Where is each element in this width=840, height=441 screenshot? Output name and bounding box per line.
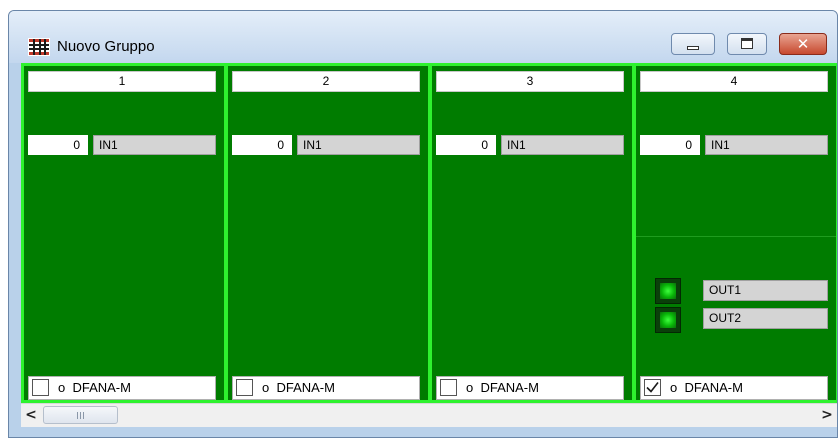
- horizontal-scrollbar[interactable]: < >: [21, 403, 837, 427]
- app-window: Nuovo Gruppo ✕ 1 0 IN1 o DFANA-M 2 0 IN1: [8, 10, 838, 438]
- panel-header[interactable]: 2: [232, 71, 420, 92]
- grid-app-icon: [28, 38, 50, 56]
- panel-header[interactable]: 1: [28, 71, 216, 92]
- window-title: Nuovo Gruppo: [57, 38, 155, 55]
- enable-checkbox[interactable]: [440, 379, 457, 396]
- input-label[interactable]: IN1: [705, 135, 828, 155]
- scrollbar-thumb[interactable]: [43, 406, 118, 424]
- panel-footer: o DFANA-M: [232, 376, 420, 400]
- channel-panel-3: 3 0 IN1 o DFANA-M: [429, 63, 635, 403]
- scroll-right-icon[interactable]: >: [817, 404, 837, 427]
- input-label[interactable]: IN1: [93, 135, 216, 155]
- device-label: o DFANA-M: [262, 380, 335, 395]
- close-icon: ✕: [796, 35, 810, 53]
- scroll-left-icon[interactable]: <: [21, 404, 41, 427]
- checkmark-icon: [646, 382, 659, 393]
- enable-checkbox[interactable]: [644, 379, 661, 396]
- device-label: o DFANA-M: [58, 380, 131, 395]
- panel-header[interactable]: 4: [640, 71, 828, 92]
- input-value[interactable]: 0: [436, 135, 496, 155]
- grip-icon: [77, 412, 86, 419]
- maximize-icon: [741, 38, 753, 49]
- enable-checkbox[interactable]: [32, 379, 49, 396]
- led-on-icon: [655, 307, 681, 333]
- input-value[interactable]: 0: [640, 135, 700, 155]
- close-button[interactable]: ✕: [779, 33, 827, 55]
- minimize-icon: [687, 46, 699, 50]
- device-label: o DFANA-M: [466, 380, 539, 395]
- enable-checkbox[interactable]: [236, 379, 253, 396]
- panel-footer: o DFANA-M: [640, 376, 828, 400]
- channel-panel-1: 1 0 IN1 o DFANA-M: [21, 63, 227, 403]
- channel-panel-4: 4 0 IN1 OUT1 OUT2 o DFANA-M: [633, 63, 837, 403]
- channel-panel-2: 2 0 IN1 o DFANA-M: [225, 63, 431, 403]
- input-value[interactable]: 0: [232, 135, 292, 155]
- led-on-icon: [655, 278, 681, 304]
- panel-divider: [636, 236, 836, 237]
- input-label[interactable]: IN1: [501, 135, 624, 155]
- maximize-button[interactable]: [727, 33, 767, 55]
- panel-footer: o DFANA-M: [28, 376, 216, 400]
- output-label[interactable]: OUT2: [703, 308, 828, 329]
- title-bar[interactable]: Nuovo Gruppo ✕: [9, 11, 837, 63]
- output-label[interactable]: OUT1: [703, 280, 828, 301]
- minimize-button[interactable]: [671, 33, 715, 55]
- group-client-area: 1 0 IN1 o DFANA-M 2 0 IN1 o DFANA-M 3 0 …: [21, 63, 837, 403]
- device-label: o DFANA-M: [670, 380, 743, 395]
- panel-header[interactable]: 3: [436, 71, 624, 92]
- panel-footer: o DFANA-M: [436, 376, 624, 400]
- input-label[interactable]: IN1: [297, 135, 420, 155]
- input-value[interactable]: 0: [28, 135, 88, 155]
